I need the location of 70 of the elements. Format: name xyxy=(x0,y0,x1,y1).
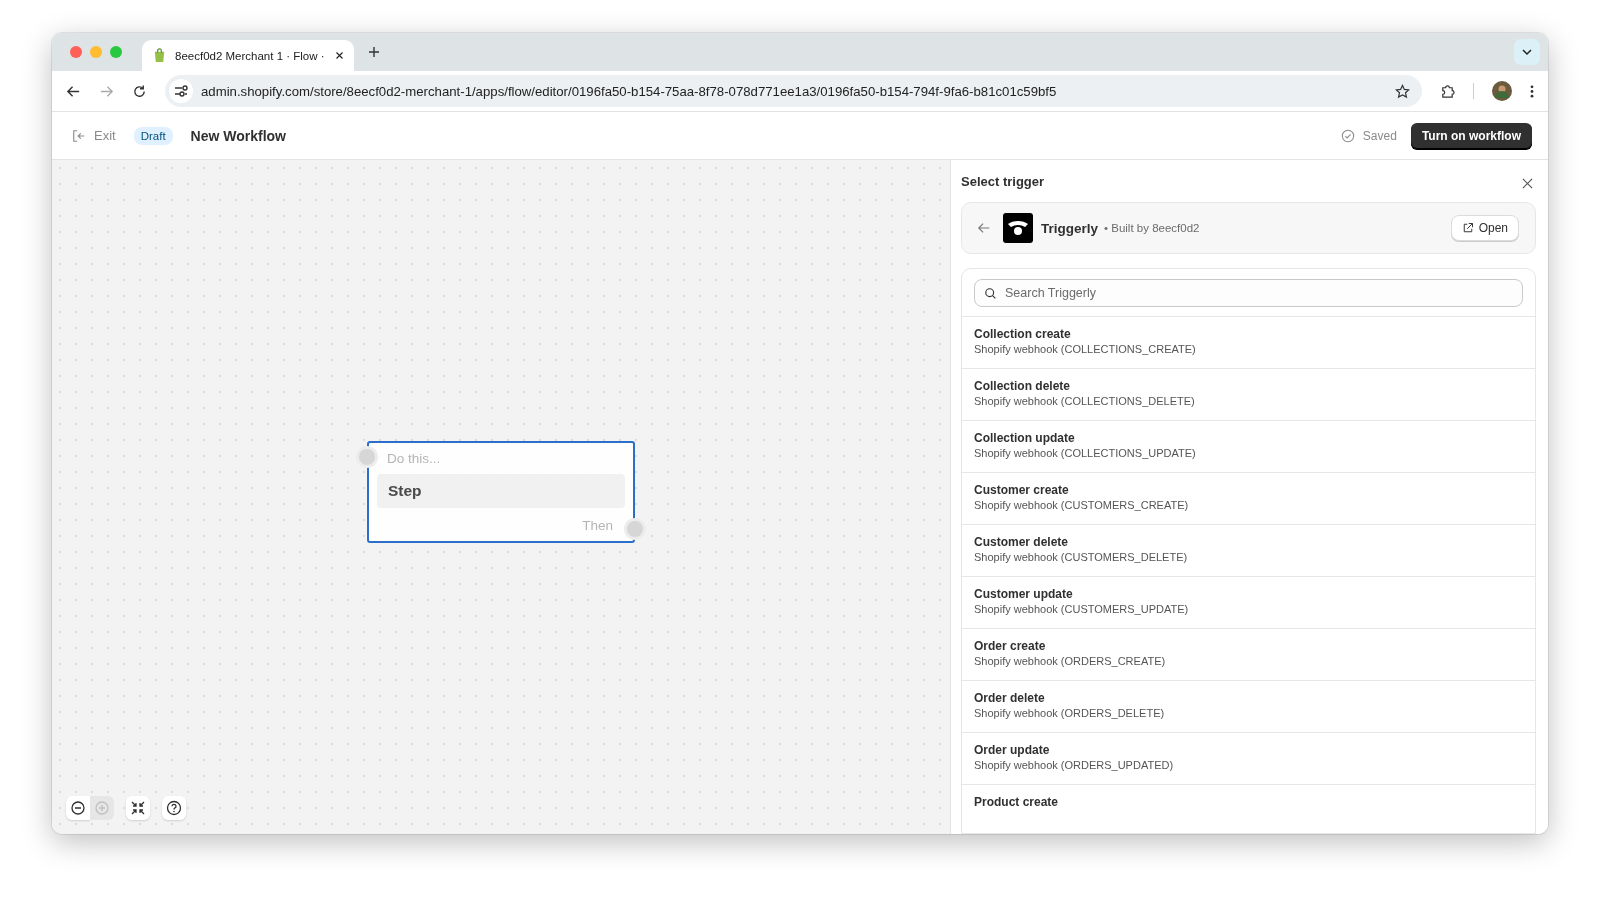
reload-icon[interactable] xyxy=(132,83,147,99)
trigger-title: Customer delete xyxy=(974,535,1070,549)
trigger-item[interactable]: Collection delete Shopify webhook (COLLECTIONS_DELETE) xyxy=(962,369,1535,421)
trigger-title: Collection update xyxy=(974,431,1076,445)
app-byline: • Built by 8eecf0d2 xyxy=(1104,222,1200,234)
help-button[interactable] xyxy=(162,796,186,820)
plus-circle-icon xyxy=(94,800,110,816)
fit-view-button[interactable] xyxy=(126,796,150,820)
trigger-title: Product create xyxy=(974,795,1060,809)
app-name: Triggerly xyxy=(1041,220,1099,236)
app-logo-icon xyxy=(1003,213,1033,243)
search-icon xyxy=(984,287,997,300)
trigger-source: Shopify webhook (CUSTOMERS_DELETE) xyxy=(974,551,1189,563)
trigger-item[interactable]: Order update Shopify webhook (ORDERS_UPDATED) xyxy=(962,733,1535,785)
trigger-item[interactable]: Customer create Shopify webhook (CUSTOMERS_CREATE) xyxy=(962,473,1535,525)
trigger-source: Shopify webhook (COLLECTIONS_CREATE) xyxy=(974,343,1197,355)
open-button[interactable]: Open xyxy=(1450,215,1519,241)
step-label[interactable]: Step xyxy=(377,474,625,508)
close-icon[interactable] xyxy=(335,51,344,60)
shopping-bag-icon xyxy=(152,48,167,63)
trigger-source: Shopify webhook (CUSTOMERS_CREATE) xyxy=(974,499,1190,511)
workflow-title: New Workflow xyxy=(190,127,286,144)
close-icon[interactable] xyxy=(1522,177,1533,189)
avatar-icon[interactable] xyxy=(1492,81,1512,101)
search-field[interactable]: Search Triggerly xyxy=(974,279,1523,307)
trigger-source: Shopify webhook (COLLECTIONS_UPDATE) xyxy=(974,447,1197,459)
url-text: admin.shopify.com/store/8eecf0d2-merchant-1/apps/flow/editor/0196fa50-b154-75aa-8f78-078d771ee1a3/0196fa50-b154-794f-9fa6-b81c01c59bf5 xyxy=(201,83,1058,99)
trigger-source: Shopify webhook (ORDERS_UPDATED) xyxy=(974,759,1175,771)
status-badge: Draft xyxy=(133,126,173,145)
minus-circle-icon xyxy=(70,800,86,816)
site-settings-icon[interactable] xyxy=(169,79,193,103)
node-placeholder: Do this... xyxy=(387,451,442,466)
trigger-title: Customer update xyxy=(974,587,1074,601)
trigger-source: Shopify webhook (CUSTOMERS_UPDATE) xyxy=(974,603,1190,615)
browser-tab[interactable]: 8eecf0d2 Merchant 1 · Flow · xyxy=(142,40,354,71)
saved-status: Saved xyxy=(1362,128,1397,143)
more-menu-icon[interactable] xyxy=(1530,83,1534,99)
trigger-item[interactable]: Customer delete Shopify webhook (CUSTOMERS_DELETE) xyxy=(962,525,1535,577)
exit-button[interactable]: Exit xyxy=(72,128,116,143)
star-icon[interactable] xyxy=(1395,83,1410,99)
trigger-item[interactable]: Collection create Shopify webhook (COLLECTIONS_CREATE) xyxy=(962,317,1535,369)
collapse-arrows-icon xyxy=(130,800,146,816)
checkmark-circle-icon xyxy=(1340,128,1355,143)
external-link-icon xyxy=(1461,222,1474,234)
input-port[interactable] xyxy=(359,449,375,465)
trigger-title: Collection create xyxy=(974,327,1072,341)
trigger-item[interactable]: Product create xyxy=(962,785,1535,833)
trigger-source: Shopify webhook (ORDERS_CREATE) xyxy=(974,655,1167,667)
chevron-down-icon[interactable] xyxy=(1514,39,1540,65)
trigger-source: Shopify webhook (ORDERS_DELETE) xyxy=(974,707,1166,719)
zoom-out-button[interactable] xyxy=(66,796,90,820)
trigger-title: Collection delete xyxy=(974,379,1072,393)
address-bar[interactable]: admin.shopify.com/store/8eecf0d2-merchant-1/apps/flow/editor/0196fa50-b154-75aa-8f78-078d771ee1a3/0196fa50-b154-794f-9fa6-b81c01c59bf5 xyxy=(165,75,1422,107)
help-icon xyxy=(166,800,182,816)
puzzle-piece-icon[interactable] xyxy=(1440,83,1455,99)
exit-icon xyxy=(72,128,86,143)
panel-title: Select trigger xyxy=(961,173,1045,189)
trigger-source: Shopify webhook (COLLECTIONS_DELETE) xyxy=(974,395,1196,407)
then-label: Then xyxy=(582,518,613,533)
trigger-title: Order create xyxy=(974,639,1047,653)
trigger-item[interactable]: Order create Shopify webhook (ORDERS_CREATE) xyxy=(962,629,1535,681)
workflow-step-node[interactable]: Do this... Step Then xyxy=(367,441,635,543)
trigger-item[interactable]: Order delete Shopify webhook (ORDERS_DELETE) xyxy=(962,681,1535,733)
trigger-title: Customer create xyxy=(974,483,1070,497)
trigger-title: Order update xyxy=(974,743,1051,757)
turn-on-workflow-button[interactable]: Turn on workflow xyxy=(1410,122,1532,149)
new-tab-icon[interactable] xyxy=(368,46,380,58)
trigger-item[interactable]: Collection update Shopify webhook (COLLECTIONS_UPDATE) xyxy=(962,421,1535,473)
trigger-item[interactable]: Customer update Shopify webhook (CUSTOMERS_UPDATE) xyxy=(962,577,1535,629)
trigger-title: Order delete xyxy=(974,691,1046,705)
